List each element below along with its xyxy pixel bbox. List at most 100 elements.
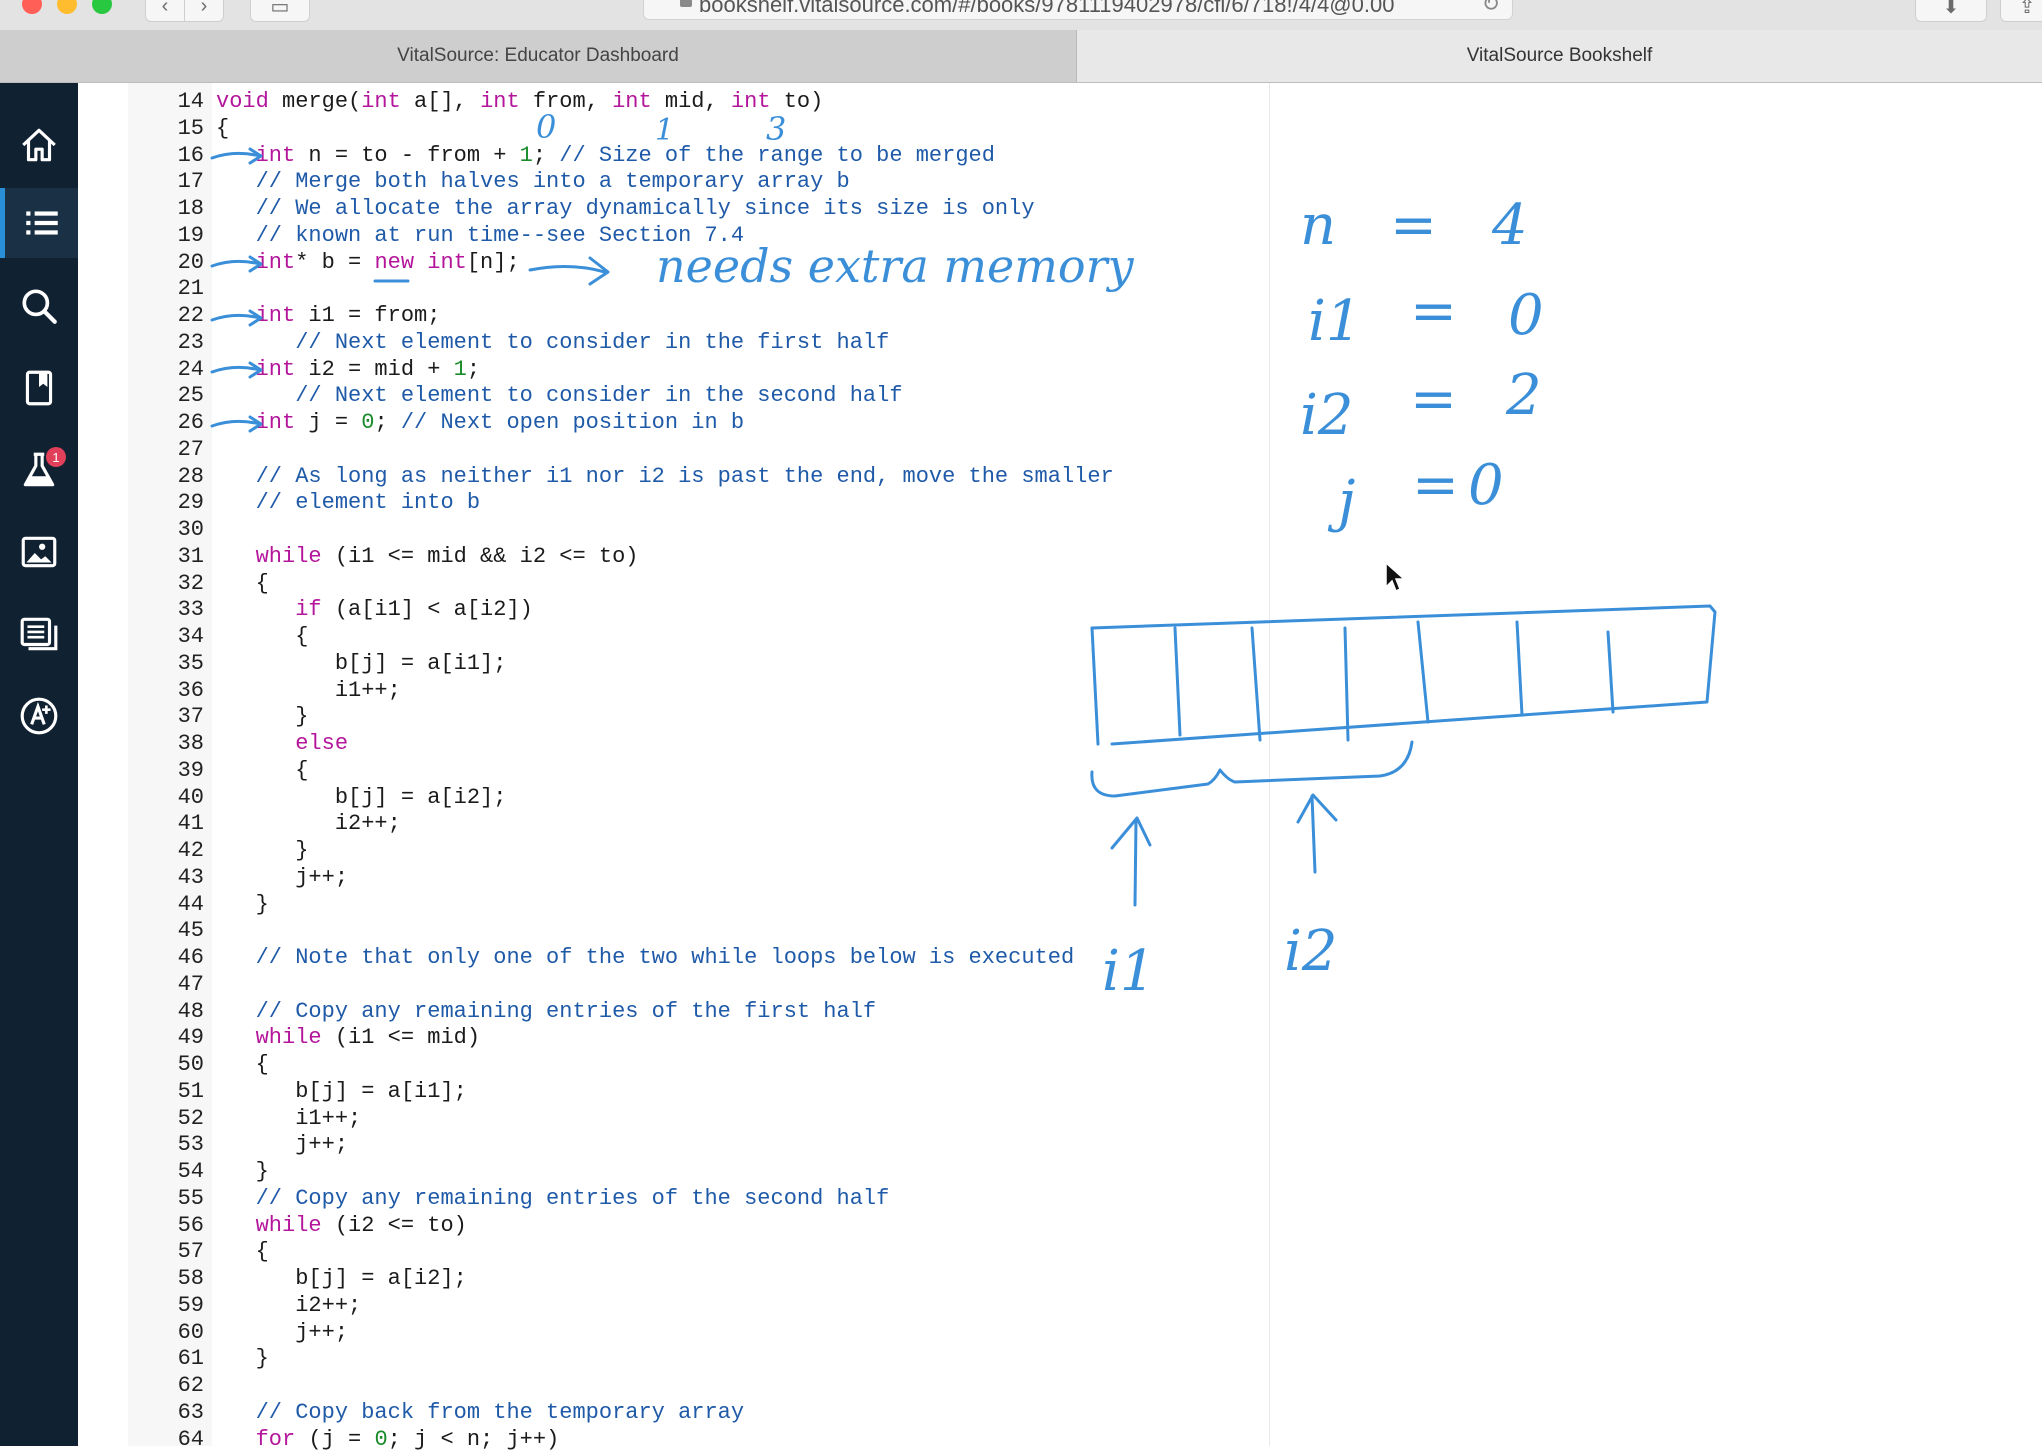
code-line: 63 // Copy back from the temporary array (128, 1400, 1268, 1427)
line-number: 15 (128, 116, 216, 143)
line-number: 50 (128, 1052, 216, 1079)
search-icon (18, 285, 60, 327)
image-icon (18, 531, 60, 573)
line-number: 61 (128, 1346, 216, 1373)
code-line: 45 (128, 918, 1268, 945)
accessibility-icon (18, 695, 60, 737)
line-number: 53 (128, 1132, 216, 1159)
chevron-left-icon: ‹ (162, 0, 169, 18)
line-number: 32 (128, 571, 216, 598)
downloads-button[interactable]: ⬇ (1915, 0, 1987, 22)
code-text: // element into b (216, 490, 480, 517)
code-text: for (j = 0; j < n; j++) (216, 1427, 559, 1453)
line-number: 33 (128, 597, 216, 624)
code-line: 16 int n = to - from + 1; // Size of the… (128, 143, 1268, 170)
code-text: b[j] = a[i2]; (216, 785, 506, 812)
line-number: 34 (128, 624, 216, 651)
line-number: 55 (128, 1186, 216, 1213)
tab-educator-dashboard[interactable]: VitalSource: Educator Dashboard (0, 30, 1077, 82)
code-line: 27 (128, 437, 1268, 464)
code-line: 34 { (128, 624, 1268, 651)
line-number: 24 (128, 357, 216, 384)
nav-home[interactable] (0, 110, 78, 180)
code-text: while (i1 <= mid && i2 <= to) (216, 544, 638, 571)
code-text: { (216, 571, 269, 598)
tab-bookshelf[interactable]: VitalSource Bookshelf (1077, 30, 2042, 82)
address-bar[interactable]: bookshelf.vitalsource.com/#/books/978111… (643, 0, 1513, 20)
code-line: 61 } (128, 1346, 1268, 1373)
code-line: 37 } (128, 704, 1268, 731)
code-line: 26 int j = 0; // Next open position in b (128, 410, 1268, 437)
code-line: 39 { (128, 758, 1268, 785)
code-text: { (216, 1052, 269, 1079)
tab-label: VitalSource: Educator Dashboard (397, 45, 679, 67)
bookmark-icon (18, 367, 60, 409)
nav-bookmarks[interactable] (0, 353, 78, 423)
code-text: int i2 = mid + 1; (216, 357, 480, 384)
line-number: 37 (128, 704, 216, 731)
line-number: 56 (128, 1213, 216, 1240)
notes-icon (18, 613, 60, 655)
code-line: 55 // Copy any remaining entries of the … (128, 1186, 1268, 1213)
nav-figures[interactable] (0, 517, 78, 587)
reload-icon[interactable]: ↻ (1482, 0, 1500, 17)
line-number: 36 (128, 678, 216, 705)
code-text: // Next element to consider in the first… (216, 330, 889, 357)
code-text: // known at run time--see Section 7.4 (216, 223, 744, 250)
line-number: 47 (128, 972, 216, 999)
code-line: 64 for (j = 0; j < n; j++) (128, 1427, 1268, 1453)
nav-notes[interactable] (0, 599, 78, 669)
nav-accessibility[interactable] (0, 681, 78, 751)
code-text: int i1 = from; (216, 303, 440, 330)
code-text: i1++; (216, 678, 401, 705)
back-button[interactable]: ‹ (145, 0, 185, 22)
line-number: 48 (128, 999, 216, 1026)
code-line: 14void merge(int a[], int from, int mid,… (128, 89, 1268, 116)
home-icon (18, 124, 60, 166)
line-number: 38 (128, 731, 216, 758)
line-number: 43 (128, 865, 216, 892)
line-number: 19 (128, 223, 216, 250)
minimize-window-button[interactable] (57, 0, 77, 14)
code-line: 57 { (128, 1239, 1268, 1266)
url-text: bookshelf.vitalsource.com/#/books/978111… (699, 0, 1394, 18)
nav-search[interactable] (0, 271, 78, 341)
code-line: 43 j++; (128, 865, 1268, 892)
sidebar-toggle-button[interactable]: ▭ (250, 0, 310, 22)
reader-sidebar: 1 (0, 83, 78, 1446)
close-window-button[interactable] (22, 0, 42, 14)
code-text: // As long as neither i1 nor i2 is past … (216, 464, 1114, 491)
share-icon: ⇪ (2019, 0, 2036, 19)
code-line: 52 i1++; (128, 1106, 1268, 1133)
line-number: 54 (128, 1159, 216, 1186)
code-line: 32 { (128, 571, 1268, 598)
line-number: 60 (128, 1320, 216, 1347)
line-number: 52 (128, 1106, 216, 1133)
code-line: 41 i2++; (128, 811, 1268, 838)
tab-bar: VitalSource: Educator Dashboard VitalSou… (0, 30, 2042, 83)
line-number: 64 (128, 1427, 216, 1453)
code-line: 48 // Copy any remaining entries of the … (128, 999, 1268, 1026)
line-number: 25 (128, 383, 216, 410)
code-line: 28 // As long as neither i1 nor i2 is pa… (128, 464, 1268, 491)
code-line: 62 (128, 1373, 1268, 1400)
line-number: 17 (128, 169, 216, 196)
forward-button[interactable]: › (184, 0, 224, 22)
zoom-window-button[interactable] (92, 0, 112, 14)
code-line: 18 // We allocate the array dynamically … (128, 196, 1268, 223)
code-text: } (216, 892, 269, 919)
code-line: 15{ (128, 116, 1268, 143)
line-number: 28 (128, 464, 216, 491)
code-text: b[j] = a[i2]; (216, 1266, 467, 1293)
page-gutter (78, 83, 128, 1446)
nav-workbook[interactable]: 1 (0, 435, 78, 505)
page-column-divider (1269, 83, 1270, 1446)
code-text: void merge(int a[], int from, int mid, i… (216, 89, 823, 116)
line-number: 20 (128, 250, 216, 277)
nav-table-of-contents[interactable] (0, 188, 78, 258)
line-number: 27 (128, 437, 216, 464)
code-text: // We allocate the array dynamically sin… (216, 196, 1035, 223)
share-button[interactable]: ⇪ (2000, 0, 2042, 22)
code-line: 38 else (128, 731, 1268, 758)
code-line: 47 (128, 972, 1268, 999)
